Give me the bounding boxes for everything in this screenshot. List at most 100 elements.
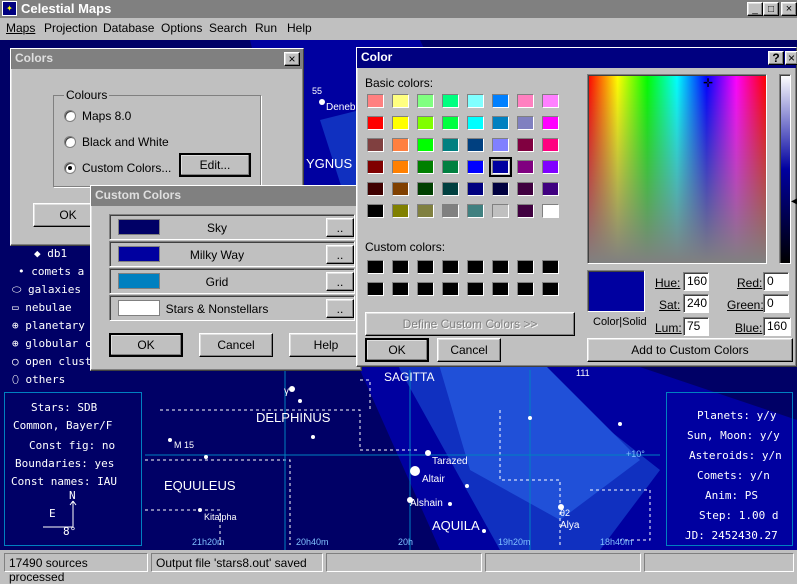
custom-color-swatch[interactable] — [542, 260, 559, 274]
basic-color-swatch[interactable] — [467, 116, 484, 130]
luminance-arrow-icon[interactable]: ◀ — [791, 196, 797, 207]
custom-color-swatch[interactable] — [392, 282, 409, 296]
legend-others[interactable]: ⬯ others — [12, 373, 65, 387]
close-button[interactable]: × — [781, 2, 797, 16]
menu-database[interactable]: Database — [103, 21, 154, 35]
define-custom-colors-button[interactable]: Define Custom Colors >> — [365, 312, 575, 336]
basic-color-swatch[interactable] — [367, 204, 384, 218]
basic-color-swatch[interactable] — [392, 116, 409, 130]
custom-help-button[interactable]: Help — [289, 333, 363, 357]
menu-maps[interactable]: Maps — [6, 21, 35, 35]
basic-color-swatch[interactable] — [467, 94, 484, 108]
custom-color-swatch[interactable] — [417, 260, 434, 274]
basic-color-swatch[interactable] — [542, 182, 559, 196]
legend-nebulae[interactable]: ▭ nebulae — [12, 301, 72, 314]
luminance-bar[interactable] — [779, 74, 791, 264]
edit-button[interactable]: Edit... — [179, 153, 251, 177]
basic-color-swatch[interactable] — [442, 94, 459, 108]
menu-search[interactable]: Search — [209, 21, 247, 35]
custom-color-swatch[interactable] — [467, 260, 484, 274]
basic-color-swatch[interactable] — [542, 204, 559, 218]
basic-color-swatch[interactable] — [517, 94, 534, 108]
basic-color-swatch[interactable] — [517, 138, 534, 152]
radio-bw[interactable] — [64, 136, 76, 148]
custom-color-swatch[interactable] — [467, 282, 484, 296]
basic-color-swatch[interactable] — [542, 138, 559, 152]
basic-color-swatch[interactable] — [367, 116, 384, 130]
menu-help[interactable]: Help — [287, 21, 312, 35]
basic-color-swatch[interactable] — [542, 160, 559, 174]
color-spectrum[interactable] — [587, 74, 767, 264]
basic-color-swatch[interactable] — [492, 116, 509, 130]
basic-color-swatch[interactable] — [517, 182, 534, 196]
custom-ok-button[interactable]: OK — [109, 333, 183, 357]
basic-color-swatch[interactable] — [367, 160, 384, 174]
menu-options[interactable]: Options — [161, 21, 202, 35]
basic-color-swatch[interactable] — [517, 160, 534, 174]
menu-run[interactable]: Run — [255, 21, 277, 35]
basic-color-swatch[interactable] — [542, 116, 559, 130]
color-help-button[interactable]: ? — [768, 51, 784, 65]
legend-comets[interactable]: • comets a — [18, 265, 84, 278]
basic-color-swatch[interactable] — [517, 204, 534, 218]
basic-color-swatch[interactable] — [542, 94, 559, 108]
basic-color-swatch[interactable] — [367, 94, 384, 108]
green-input[interactable]: 0 — [763, 294, 789, 313]
custom-color-swatch[interactable] — [417, 282, 434, 296]
menu-projection[interactable]: Projection — [44, 21, 97, 35]
custom-color-swatch[interactable] — [542, 282, 559, 296]
sat-input[interactable]: 240 — [683, 294, 709, 313]
basic-color-swatch[interactable] — [392, 94, 409, 108]
legend-db1[interactable]: ◆ db1 — [34, 247, 67, 260]
custom-color-swatch[interactable] — [367, 282, 384, 296]
basic-color-swatch[interactable] — [492, 204, 509, 218]
legend-globular[interactable]: ⊕ globular cl — [12, 337, 98, 350]
basic-color-swatch[interactable] — [442, 182, 459, 196]
basic-color-swatch[interactable] — [442, 138, 459, 152]
basic-color-swatch[interactable] — [467, 204, 484, 218]
lum-input[interactable]: 75 — [683, 317, 709, 336]
basic-color-swatch[interactable] — [417, 94, 434, 108]
basic-color-swatch[interactable] — [417, 138, 434, 152]
custom-color-swatch[interactable] — [492, 260, 509, 274]
sky-pick-button[interactable]: .. — [326, 218, 354, 237]
custom-color-swatch[interactable] — [442, 282, 459, 296]
stars-pick-button[interactable]: .. — [326, 299, 354, 318]
basic-color-swatch[interactable] — [467, 160, 484, 174]
option-custom-label[interactable]: Custom Colors... — [82, 161, 171, 175]
basic-color-swatch[interactable] — [367, 182, 384, 196]
milky-way-pick-button[interactable]: .. — [326, 245, 354, 264]
maximize-button[interactable]: □ — [763, 2, 779, 16]
custom-color-swatch[interactable] — [442, 260, 459, 274]
basic-color-swatch[interactable] — [417, 116, 434, 130]
add-to-custom-colors-button[interactable]: Add to Custom Colors — [587, 338, 793, 362]
basic-color-swatch[interactable] — [392, 204, 409, 218]
basic-color-swatch[interactable] — [417, 182, 434, 196]
colors-dialog-close-button[interactable]: × — [284, 52, 300, 66]
basic-color-swatch[interactable] — [392, 160, 409, 174]
option-maps8-label[interactable]: Maps 8.0 — [82, 109, 131, 123]
basic-color-swatch[interactable] — [392, 182, 409, 196]
legend-open[interactable]: ○ open clust — [12, 355, 91, 368]
basic-color-swatch[interactable] — [489, 157, 512, 177]
basic-color-swatch[interactable] — [492, 138, 509, 152]
basic-color-swatch[interactable] — [442, 204, 459, 218]
custom-color-swatch[interactable] — [517, 282, 534, 296]
basic-color-swatch[interactable] — [467, 138, 484, 152]
grid-pick-button[interactable]: .. — [326, 272, 354, 291]
legend-planetary[interactable]: ⊕ planetary n — [12, 319, 98, 332]
basic-color-swatch[interactable] — [442, 116, 459, 130]
custom-color-swatch[interactable] — [367, 260, 384, 274]
radio-maps8[interactable] — [64, 110, 76, 122]
basic-color-swatch[interactable] — [367, 138, 384, 152]
blue-input[interactable]: 160 — [763, 317, 791, 336]
basic-color-swatch[interactable] — [492, 182, 509, 196]
custom-color-swatch[interactable] — [492, 282, 509, 296]
color-cancel-button[interactable]: Cancel — [437, 338, 501, 362]
color-close-button[interactable]: × — [785, 51, 797, 65]
basic-color-swatch[interactable] — [492, 94, 509, 108]
custom-color-swatch[interactable] — [392, 260, 409, 274]
basic-color-swatch[interactable] — [467, 182, 484, 196]
basic-color-swatch[interactable] — [417, 204, 434, 218]
legend-galaxies[interactable]: ⬭ galaxies — [12, 283, 81, 297]
